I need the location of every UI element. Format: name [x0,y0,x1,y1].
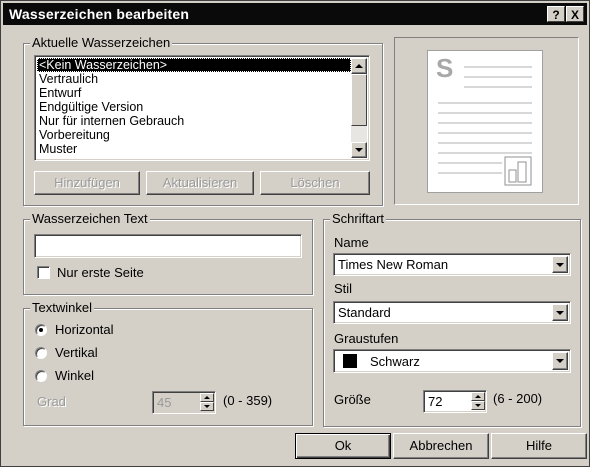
cancel-button[interactable]: Abbrechen [393,433,489,459]
arrow-down-icon [204,405,210,408]
font-size-value: 72 [428,394,443,409]
font-name-select[interactable]: Times New Roman [333,253,571,276]
grayscale-label: Graustufen [334,331,399,346]
scroll-down-button[interactable] [351,142,367,158]
add-button[interactable]: Hinzufügen [34,171,140,195]
dialog-window: Wasserzeichen bearbeiten ? X Aktuelle Wa… [0,0,590,467]
chevron-down-icon [556,311,564,315]
scroll-up-button[interactable] [351,58,367,74]
chevron-down-icon [556,359,564,363]
preview-page: S [427,50,543,193]
font-name-dropdown-button[interactable] [552,256,568,273]
radio-horizontal[interactable] [35,324,47,336]
watermark-listbox[interactable]: <Kein Wasserzeichen> Vertraulich Entwurf En… [34,55,370,161]
first-page-only-checkbox[interactable] [37,266,50,279]
degree-label: Grad [37,394,66,409]
preview-frame: S [394,37,579,205]
chevron-down-icon [556,263,564,267]
text-angle-legend: Textwinkel [30,300,94,315]
degree-spin-down[interactable] [200,402,214,411]
title-bar: Wasserzeichen bearbeiten ? X [3,3,587,25]
list-scrollbar[interactable] [351,58,367,158]
font-style-value: Standard [338,305,391,320]
radio-vertical-label: Vertikal [55,345,98,360]
list-item[interactable]: Muster [37,142,351,156]
radio-vertical[interactable] [35,347,47,359]
degree-range: (0 - 359) [223,393,273,408]
font-size-label: Größe [334,392,371,407]
font-style-dropdown-button[interactable] [552,304,568,321]
current-watermarks-legend: Aktuelle Wasserzeichen [30,35,173,50]
radio-angle[interactable] [35,370,47,382]
font-size-spinbox[interactable]: 72 [423,390,487,413]
arrow-down-icon [475,404,481,407]
close-button[interactable]: X [566,6,584,22]
size-spin-down[interactable] [471,401,485,410]
color-swatch [343,354,357,368]
list-item[interactable]: Endgültige Version [37,100,351,114]
font-style-select[interactable]: Standard [333,301,571,324]
delete-button[interactable]: Löschen [260,171,370,195]
arrow-up-icon [204,396,210,399]
radio-horizontal-label: Horizontal [55,322,114,337]
help-title-button[interactable]: ? [547,6,565,22]
radio-selected-dot [39,328,43,332]
arrow-up-icon [475,395,481,398]
grayscale-value: Schwarz [370,354,420,369]
arrow-up-icon [355,64,363,68]
dialog-title: Wasserzeichen bearbeiten [9,6,190,22]
radio-angle-label: Winkel [55,368,95,383]
degree-spinbox[interactable]: 45 [152,391,216,414]
update-button[interactable]: Aktualisieren [146,171,254,195]
size-spin-up[interactable] [471,392,485,401]
font-name-label: Name [334,235,369,250]
list-item[interactable]: Nur für internen Gebrauch [37,114,351,128]
ok-button[interactable]: Ok [295,433,391,459]
list-item[interactable]: Vertraulich [37,72,351,86]
first-page-only-label: Nur erste Seite [57,265,144,280]
list-item[interactable]: Vorbereitung [37,128,351,142]
preview-chart-icon [504,156,532,186]
arrow-down-icon [355,148,363,152]
font-size-range: (6 - 200) [493,391,543,406]
list-item[interactable]: <Kein Wasserzeichen> [37,58,351,72]
grayscale-dropdown-button[interactable] [552,352,568,370]
scroll-thumb[interactable] [351,74,367,126]
font-name-value: Times New Roman [338,257,449,272]
watermark-list: <Kein Wasserzeichen> Vertraulich Entwurf En… [37,58,351,156]
help-button[interactable]: Hilfe [491,433,587,459]
degree-spin-up[interactable] [200,393,214,402]
degree-value: 45 [157,395,172,410]
list-item[interactable]: Entwurf [37,86,351,100]
font-legend: Schriftart [330,211,387,226]
watermark-text-input[interactable] [34,234,302,258]
grayscale-select[interactable]: Schwarz [333,349,571,373]
font-style-label: Stil [334,281,353,296]
watermark-text-legend: Wasserzeichen Text [30,211,150,226]
